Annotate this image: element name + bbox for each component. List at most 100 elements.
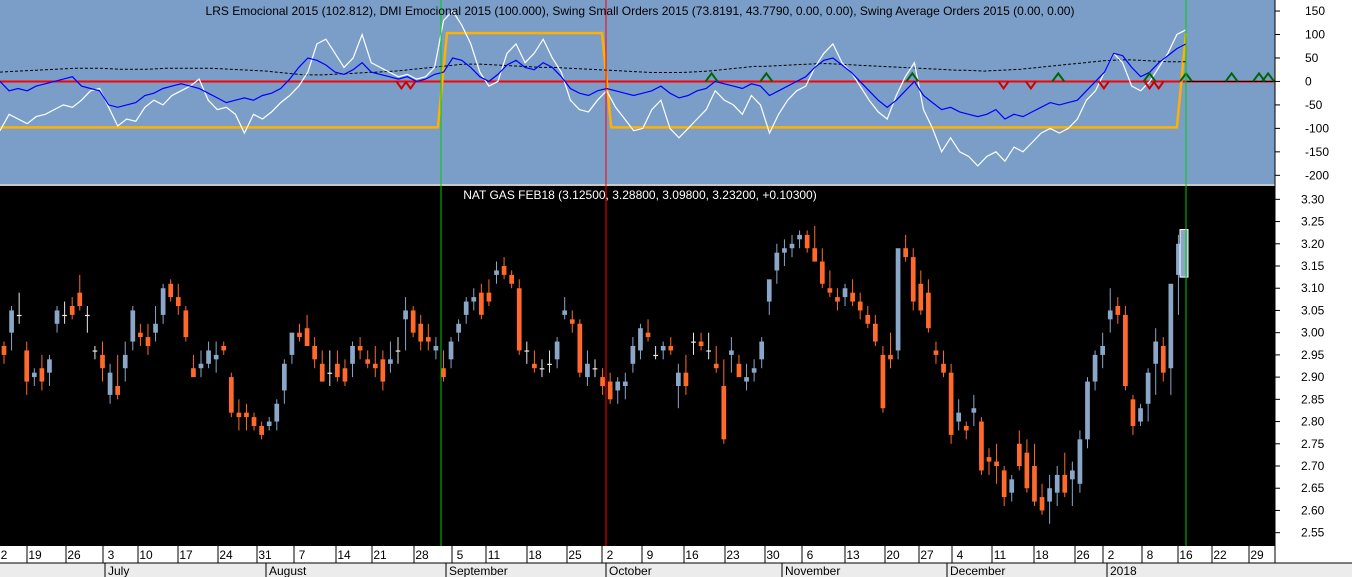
candle-body bbox=[888, 354, 893, 360]
candle-body bbox=[100, 354, 105, 369]
candle-body bbox=[516, 288, 522, 351]
candle-body bbox=[77, 292, 83, 306]
candle-body bbox=[668, 346, 674, 351]
indicator-title: LRS Emocional 2015 (102.812), DMI Emocio… bbox=[206, 4, 1075, 18]
price-y-tick-label: 3.10 bbox=[1301, 281, 1325, 295]
price-panel bbox=[0, 186, 1275, 546]
candle-body bbox=[418, 323, 424, 342]
month-label: November bbox=[785, 564, 840, 577]
candle-body bbox=[562, 310, 568, 315]
candle-body bbox=[433, 346, 439, 351]
candle-body bbox=[175, 297, 181, 306]
price-y-tick-label: 2.60 bbox=[1301, 503, 1325, 517]
price-y-tick-label: 3.00 bbox=[1301, 326, 1325, 340]
candle-body bbox=[1092, 354, 1098, 382]
candle-body bbox=[645, 332, 651, 338]
candle-body bbox=[1039, 497, 1045, 511]
x-tick-label: 22 bbox=[1213, 548, 1227, 562]
candle-body bbox=[24, 350, 30, 382]
candle-body bbox=[979, 421, 984, 471]
candle-body bbox=[115, 386, 121, 395]
candle-body bbox=[1085, 381, 1090, 440]
candle-body bbox=[903, 248, 909, 258]
x-tick-label: 18 bbox=[528, 548, 542, 562]
candle-body bbox=[835, 297, 840, 302]
candle-body bbox=[956, 412, 962, 422]
price-y-tick-label: 3.30 bbox=[1301, 192, 1325, 206]
candle-body bbox=[524, 350, 530, 352]
x-tick-label: 20 bbox=[886, 548, 900, 562]
candle-body bbox=[198, 363, 204, 369]
candle-body bbox=[478, 292, 484, 315]
x-tick-label: 18 bbox=[1035, 548, 1049, 562]
candle bbox=[577, 319, 583, 378]
x-tick-label: 9 bbox=[647, 548, 654, 562]
month-axis-background bbox=[0, 563, 1352, 577]
candle-body bbox=[221, 346, 227, 351]
candle-body bbox=[281, 363, 287, 391]
candle-body bbox=[84, 314, 90, 317]
candle-body bbox=[350, 346, 355, 364]
price-y-tick-label: 2.75 bbox=[1301, 437, 1325, 451]
candle-body bbox=[153, 323, 158, 333]
candle-body bbox=[425, 337, 431, 342]
candle bbox=[1085, 377, 1090, 449]
x-tick-label: 10 bbox=[139, 548, 153, 562]
candle bbox=[948, 363, 954, 444]
candle-body bbox=[736, 363, 742, 378]
x-tick-label: 2 bbox=[1, 548, 8, 562]
price-y-tick-label: 3.15 bbox=[1301, 259, 1325, 273]
month-label: September bbox=[449, 564, 508, 577]
candle-body bbox=[130, 310, 136, 342]
candle-body bbox=[372, 363, 378, 369]
candle bbox=[183, 306, 189, 342]
candle-body bbox=[395, 350, 401, 352]
x-tick-label: 25 bbox=[568, 548, 582, 562]
month-label: December bbox=[950, 564, 1005, 577]
candle-body bbox=[365, 359, 371, 364]
candle-body bbox=[622, 381, 628, 386]
candle-body bbox=[1138, 408, 1143, 422]
candle-body bbox=[403, 310, 408, 320]
candle-body bbox=[774, 252, 780, 271]
candle-body bbox=[448, 341, 454, 360]
candle-body bbox=[812, 248, 818, 262]
candle-body bbox=[1032, 466, 1037, 502]
candle-body bbox=[16, 314, 22, 317]
candle-body bbox=[274, 403, 280, 422]
candle-body bbox=[342, 368, 348, 382]
candle-body bbox=[494, 270, 499, 275]
candle-body bbox=[948, 372, 954, 435]
chart-window: 150 100 50 0 -50 -100 -150 -200 3.30 3.25 3.20 3.15… bbox=[0, 0, 1352, 577]
candle-body bbox=[410, 310, 416, 333]
candle-body bbox=[607, 381, 613, 400]
candle-body bbox=[729, 350, 734, 355]
price-y-tick-label: 2.70 bbox=[1301, 459, 1325, 473]
candle-body bbox=[380, 359, 386, 382]
x-tick-label: 5 bbox=[457, 548, 464, 562]
candle bbox=[880, 346, 886, 413]
candle-body bbox=[585, 363, 590, 378]
candle-body bbox=[486, 292, 492, 302]
candle-body bbox=[827, 288, 833, 293]
candle-body bbox=[1107, 310, 1113, 320]
x-tick-label: 6 bbox=[807, 548, 814, 562]
candle-body bbox=[872, 323, 878, 342]
indicator-y-tick-label: -50 bbox=[1305, 98, 1323, 112]
x-tick-label: 31 bbox=[258, 548, 272, 562]
x-tick-label: 27 bbox=[920, 548, 934, 562]
x-tick-label: 11 bbox=[488, 548, 501, 562]
candle-body bbox=[926, 292, 931, 329]
candle-body bbox=[107, 372, 113, 395]
candle-body bbox=[819, 261, 825, 284]
candle-body bbox=[797, 234, 802, 240]
candle-body bbox=[933, 350, 939, 355]
x-tick-label: 3 bbox=[108, 548, 115, 562]
candle-body bbox=[1054, 474, 1060, 493]
candle-body bbox=[653, 354, 658, 357]
candle-body bbox=[698, 341, 704, 346]
candle-body bbox=[850, 292, 855, 302]
candle-body bbox=[842, 288, 848, 298]
x-tick-label: 29 bbox=[1250, 548, 1264, 562]
x-tick-label: 8 bbox=[1147, 548, 1154, 562]
